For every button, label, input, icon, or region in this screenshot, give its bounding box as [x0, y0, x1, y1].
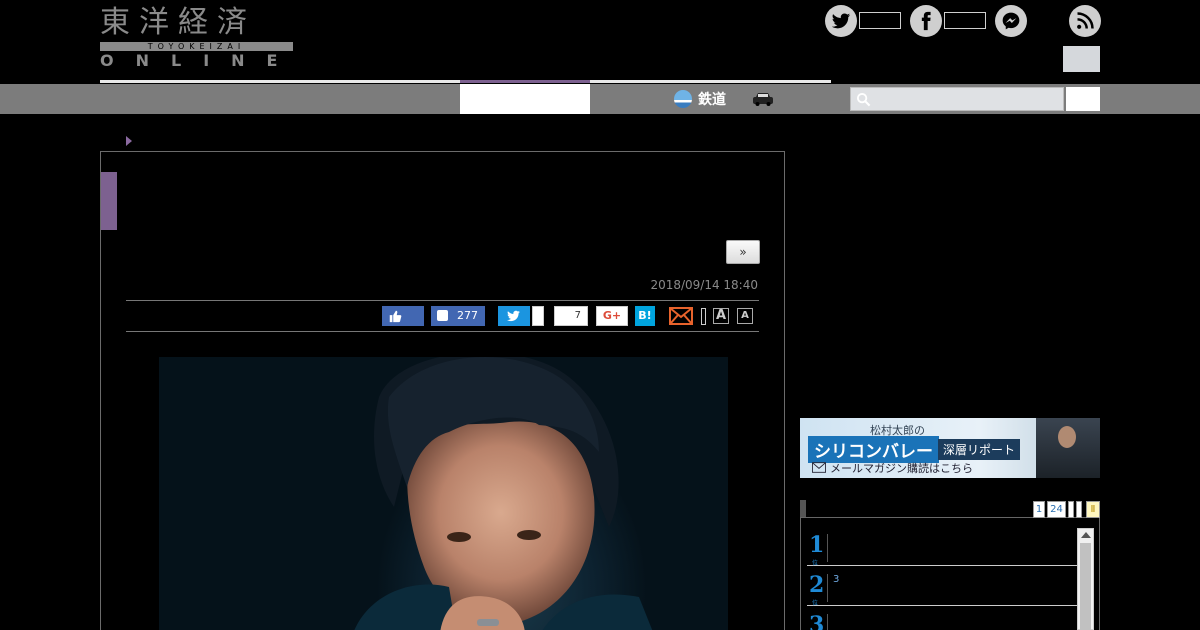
banner-main: シリコンバレー — [808, 436, 939, 463]
facebook-share-button[interactable]: 277 — [431, 306, 485, 326]
article-date: 2018/09/14 18:40 — [650, 278, 758, 292]
font-size-large-button[interactable]: A — [713, 308, 729, 324]
logo-romaji: TOYOKEIZAI — [100, 42, 293, 51]
facebook-follow-count — [944, 12, 986, 29]
nav-active-accent — [460, 80, 590, 83]
banner-cta: メールマガジン購読はこちら — [830, 462, 973, 475]
hatena-bookmark-button[interactable]: B! — [635, 306, 655, 326]
ranking-row[interactable]: 3 位 — [807, 606, 1077, 630]
ranking-row[interactable]: 1 位 — [807, 526, 1077, 567]
site-logo[interactable]: 東洋経済 TOYOKEIZAI ONLINE — [100, 6, 293, 70]
facebook-follow-button[interactable] — [910, 5, 942, 37]
envelope-icon — [812, 462, 826, 473]
car-icon[interactable] — [752, 91, 774, 107]
breadcrumb-arrow-icon — [126, 136, 132, 146]
article-hero-photo — [159, 357, 728, 630]
ranking-row[interactable]: 2 位 3 — [807, 566, 1077, 607]
rank-number: 1 — [809, 532, 825, 558]
facebook-share-count: 277 — [457, 309, 478, 322]
newsletter-banner[interactable]: 松村太郎の シリコンバレー 深層リポート メールマガジン購読はこちら — [800, 418, 1100, 478]
ranking-tab-4[interactable] — [1076, 501, 1082, 518]
ranking-list: 1 位 2 位 3 3 位 — [800, 518, 1100, 630]
portrait-illustration — [354, 357, 653, 630]
logo-kanji: 東洋経済 — [100, 5, 256, 40]
thumbs-up-icon — [389, 310, 402, 323]
next-page-button[interactable]: » — [726, 240, 760, 264]
nav-rail-label: 鉄道 — [698, 92, 726, 108]
tweet-button[interactable] — [498, 306, 530, 326]
title-accent-bar — [101, 172, 117, 230]
rank-title: 3 — [833, 574, 840, 585]
banner-person-photo — [1036, 418, 1100, 478]
share-bar-top-rule — [126, 300, 759, 301]
rank-number: 2 — [809, 572, 825, 598]
facebook-icon — [921, 11, 931, 31]
header-login-button[interactable] — [1063, 46, 1100, 72]
ranking-tab-1[interactable]: 1 — [1033, 501, 1045, 518]
tweet-count-bubble — [532, 306, 544, 326]
rss-button[interactable] — [1069, 5, 1101, 37]
rank-divider — [827, 534, 828, 562]
nav-link-rail[interactable]: 鉄道 — [674, 87, 726, 111]
twitter-bird-icon — [507, 310, 520, 322]
ranking-scrollbar[interactable] — [1077, 528, 1094, 630]
scrollbar-thumb[interactable] — [1080, 543, 1091, 630]
facebook-like-button[interactable] — [382, 306, 424, 326]
mail-icon[interactable] — [669, 307, 693, 325]
rank-divider — [827, 574, 828, 602]
messenger-button[interactable] — [995, 5, 1027, 37]
search-input[interactable] — [850, 87, 1064, 111]
twitter-follow-count — [859, 12, 901, 29]
font-size-small-button[interactable]: A — [737, 308, 753, 324]
article-container: » 2018/09/14 18:40 277 7 G+ B! A A — [100, 151, 785, 630]
rank-number: 3 — [809, 612, 825, 630]
facebook-share-icon — [437, 310, 448, 321]
nav-tab-active[interactable] — [460, 84, 590, 114]
search-button[interactable] — [1066, 87, 1100, 111]
share-bar-bottom-rule — [126, 331, 759, 332]
train-icon — [674, 90, 692, 108]
ranking-tab-3[interactable] — [1068, 501, 1074, 518]
search-icon — [856, 92, 871, 107]
ranking-heading-accent — [800, 500, 806, 518]
messenger-icon — [1002, 12, 1020, 30]
share-more-button[interactable] — [701, 308, 706, 325]
scroll-up-arrow-icon[interactable] — [1081, 532, 1091, 538]
twitter-icon — [831, 13, 851, 29]
logo-online: ONLINE — [100, 51, 300, 70]
ranking-tab-5[interactable]: Ⅱ — [1086, 501, 1100, 518]
rss-icon — [1077, 12, 1094, 29]
banner-tag: 深層リポート — [938, 439, 1021, 460]
twitter-follow-button[interactable] — [825, 5, 857, 37]
google-plus-button[interactable]: G+ — [596, 306, 628, 326]
rank-divider — [827, 614, 828, 630]
ranking-tab-24[interactable]: 24 — [1047, 501, 1066, 518]
share-count-bubble: 7 — [554, 306, 588, 326]
